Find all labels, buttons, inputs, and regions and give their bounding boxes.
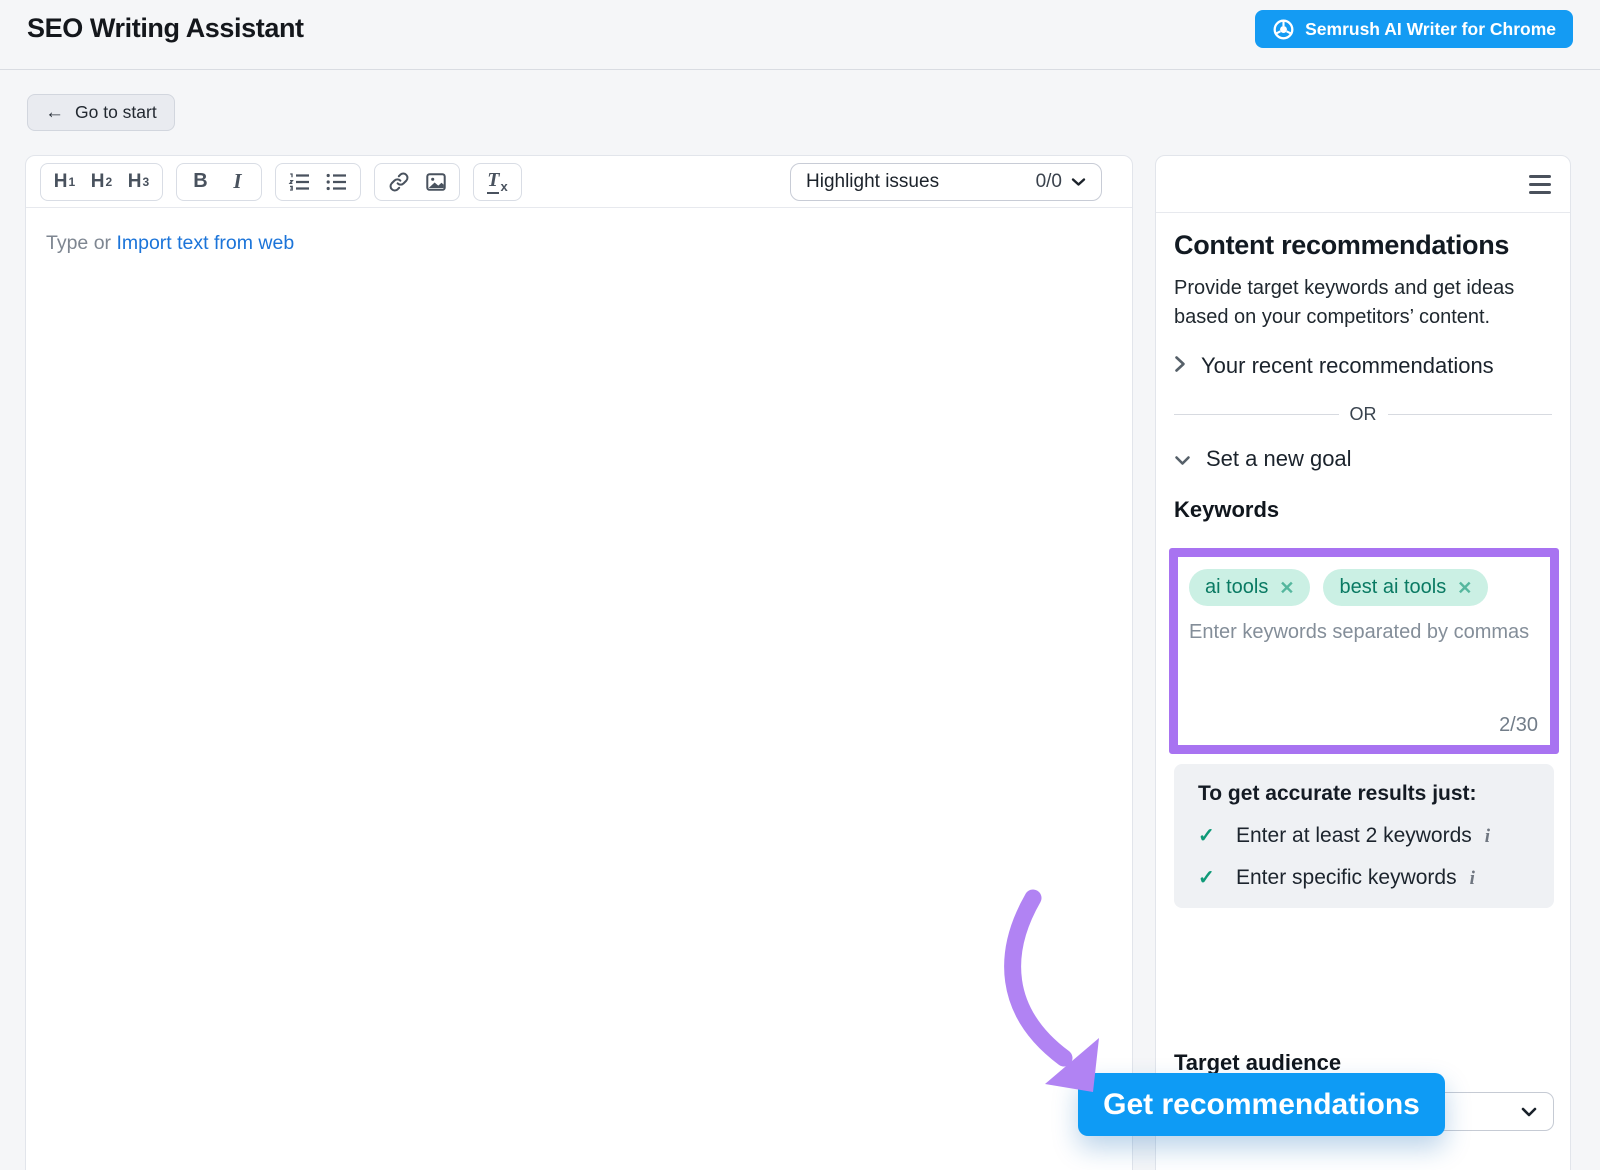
heading3-button[interactable]: H3 <box>120 167 157 197</box>
heading2-button[interactable]: H2 <box>83 167 120 197</box>
clear-format-button-group: Tx <box>473 163 522 201</box>
panel-body: Content recommendations Provide target k… <box>1156 230 1570 908</box>
set-new-goal-toggle[interactable]: Set a new goal <box>1174 446 1552 472</box>
set-new-goal-label: Set a new goal <box>1206 446 1352 472</box>
keywords-label: Keywords <box>1174 497 1552 523</box>
get-recommendations-button[interactable]: Get recommendations <box>1078 1073 1445 1136</box>
panel-header <box>1156 156 1570 213</box>
insert-link-button[interactable] <box>380 167 417 197</box>
heading-button-group: H1 H2 H3 <box>40 163 163 201</box>
recommendations-panel: Content recommendations Provide target k… <box>1155 155 1571 1170</box>
or-label: OR <box>1350 404 1377 425</box>
bold-button[interactable]: B <box>182 167 219 197</box>
text-style-button-group: B I <box>176 163 262 201</box>
chevron-right-icon <box>1174 353 1186 379</box>
keywords-input[interactable]: ai tools ✕ best ai tools ✕ Enter keyword… <box>1169 548 1559 754</box>
highlight-issues-label: Highlight issues <box>806 171 939 193</box>
ordered-list-button[interactable] <box>281 167 318 197</box>
app-header: SEO Writing Assistant Semrush AI Writer … <box>0 0 1600 70</box>
or-divider: OR <box>1174 404 1552 425</box>
keywords-counter: 2/30 <box>1499 714 1538 737</box>
bullet-list-button[interactable] <box>318 167 355 197</box>
import-text-link[interactable]: Import text from web <box>116 232 294 254</box>
info-icon[interactable]: i <box>1470 868 1475 890</box>
ordered-list-icon <box>288 172 311 192</box>
content-recommendations-heading: Content recommendations <box>1174 230 1552 261</box>
keyword-tag: ai tools ✕ <box>1189 569 1310 606</box>
accuracy-tips-title: To get accurate results just: <box>1198 782 1530 806</box>
remove-keyword-button[interactable]: ✕ <box>1279 579 1294 597</box>
chevron-down-icon <box>1174 446 1191 472</box>
info-icon[interactable]: i <box>1485 826 1490 848</box>
tip-item-label: Enter specific keywords <box>1236 866 1457 890</box>
chevron-down-icon <box>1521 1100 1537 1123</box>
keyword-tag: best ai tools ✕ <box>1323 569 1488 606</box>
keywords-placeholder: Enter keywords separated by commas <box>1189 621 1539 644</box>
remove-keyword-button[interactable]: ✕ <box>1457 579 1472 597</box>
tip-item-label: Enter at least 2 keywords <box>1236 824 1472 848</box>
chrome-extension-button[interactable]: Semrush AI Writer for Chrome <box>1255 10 1573 48</box>
clear-format-icon: Tx <box>487 169 507 194</box>
check-icon: ✓ <box>1198 865 1236 890</box>
editor-toolbar: H1 H2 H3 B I <box>26 156 1132 208</box>
tip-item: ✓ Enter at least 2 keywords i <box>1198 823 1530 848</box>
insert-button-group <box>374 163 460 201</box>
chrome-extension-button-label: Semrush AI Writer for Chrome <box>1305 19 1556 40</box>
italic-button[interactable]: I <box>219 167 256 197</box>
insert-image-button[interactable] <box>417 167 454 197</box>
seo-writing-assistant-app: SEO Writing Assistant Semrush AI Writer … <box>0 0 1600 1170</box>
tip-item: ✓ Enter specific keywords i <box>1198 865 1530 890</box>
check-icon: ✓ <box>1198 823 1236 848</box>
link-icon <box>388 171 410 193</box>
go-to-start-button[interactable]: ← Go to start <box>27 94 175 131</box>
image-icon <box>425 171 447 193</box>
heading1-button[interactable]: H1 <box>46 167 83 197</box>
back-arrow-icon: ← <box>45 103 64 122</box>
chrome-icon <box>1272 18 1295 41</box>
recent-recommendations-link[interactable]: Your recent recommendations <box>1174 353 1552 379</box>
editor-text-area[interactable]: Type or Import text from web <box>26 208 1132 279</box>
highlight-issues-dropdown[interactable]: Highlight issues 0/0 <box>790 163 1102 201</box>
editor-placeholder: Type or <box>46 232 116 254</box>
recent-recommendations-label: Your recent recommendations <box>1201 353 1494 379</box>
go-to-start-label: Go to start <box>75 102 157 123</box>
keyword-tag-label: best ai tools <box>1339 576 1446 599</box>
chevron-down-icon <box>1071 171 1086 193</box>
clear-formatting-button[interactable]: Tx <box>479 167 516 197</box>
menu-icon[interactable] <box>1529 173 1551 195</box>
highlight-issues-count: 0/0 <box>1036 171 1062 193</box>
list-button-group <box>275 163 361 201</box>
page-title: SEO Writing Assistant <box>27 13 304 44</box>
bullet-list-icon <box>325 172 348 192</box>
editor-panel: H1 H2 H3 B I <box>25 155 1133 1170</box>
keyword-tags: ai tools ✕ best ai tools ✕ <box>1189 569 1539 606</box>
accuracy-tips-box: To get accurate results just: ✓ Enter at… <box>1174 764 1554 908</box>
content-recommendations-description: Provide target keywords and get ideas ba… <box>1174 274 1552 332</box>
keyword-tag-label: ai tools <box>1205 576 1268 599</box>
